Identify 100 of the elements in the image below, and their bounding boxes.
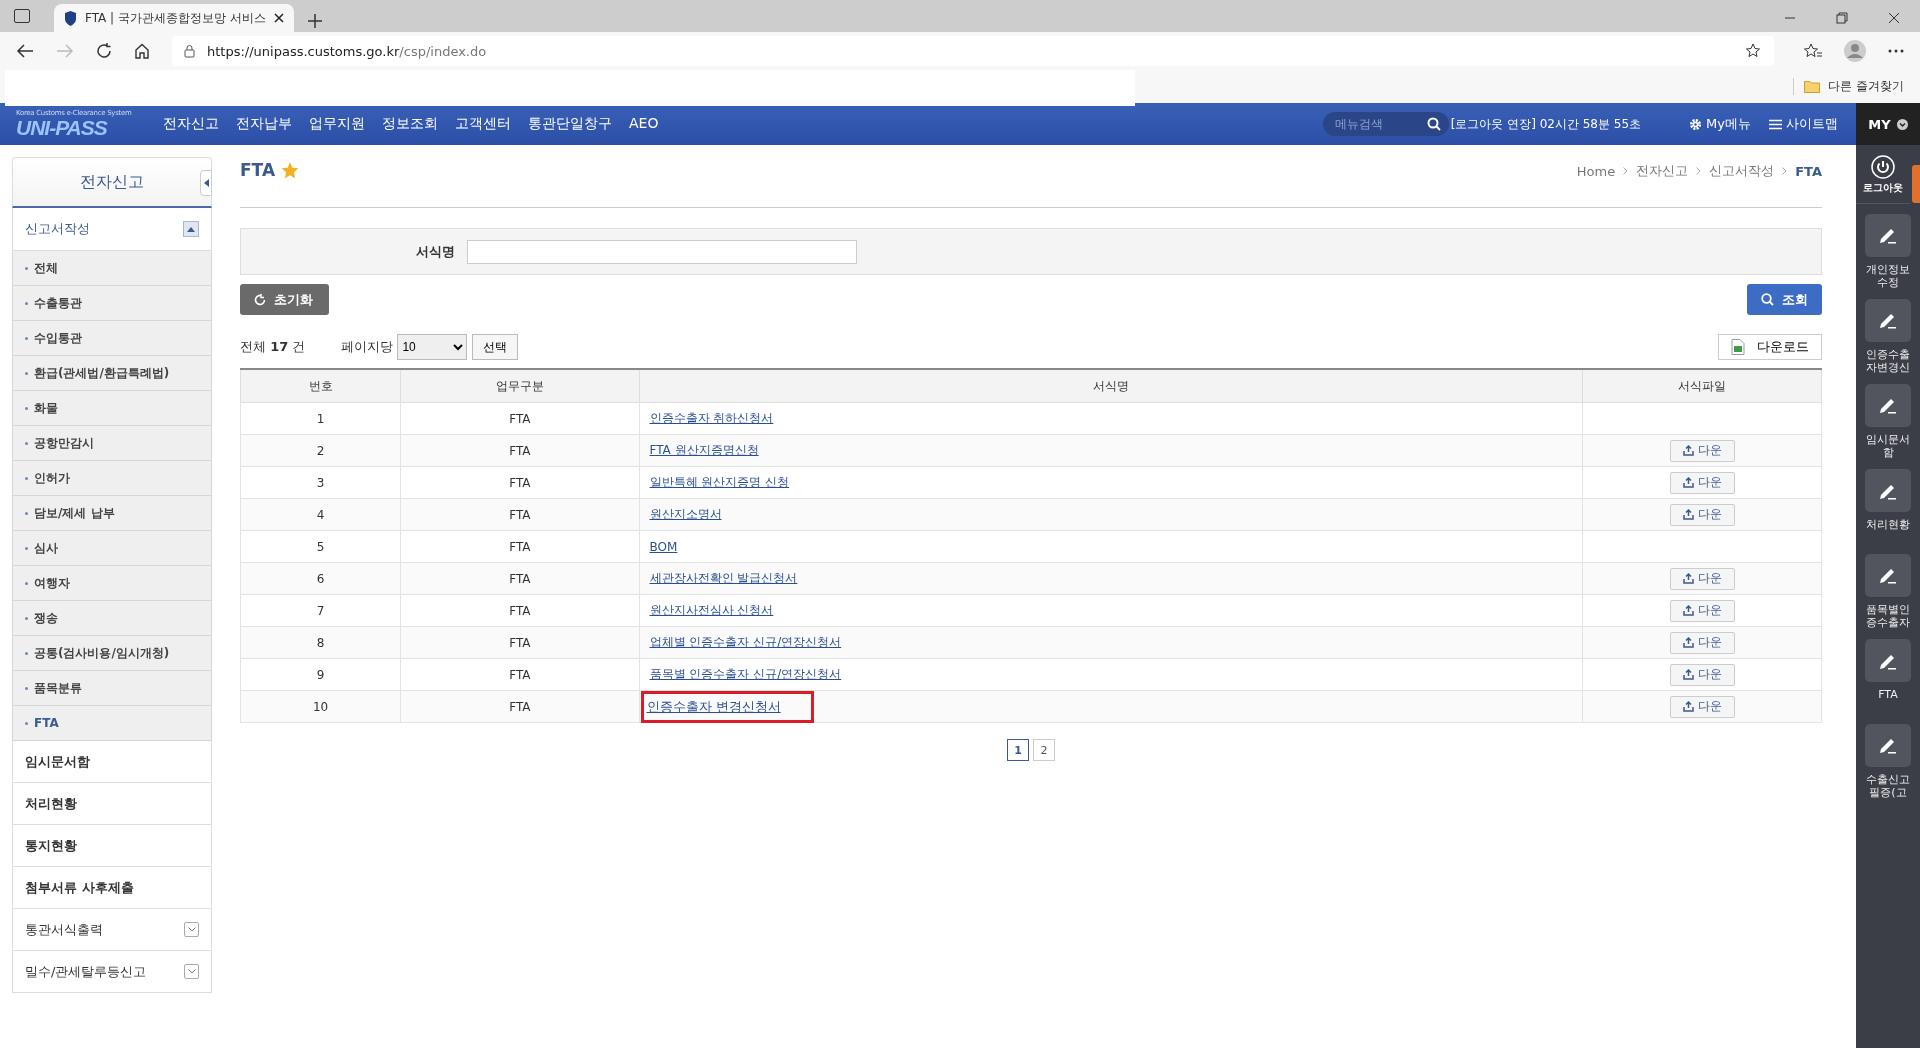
- favorites-icon[interactable]: [1804, 43, 1822, 59]
- sidebar-item[interactable]: 화물: [12, 391, 212, 426]
- download-button[interactable]: 다운: [1669, 503, 1735, 526]
- sidebar-item[interactable]: 공항만감시: [12, 426, 212, 461]
- upload-icon: [1682, 509, 1694, 520]
- download-button[interactable]: 다운: [1669, 695, 1735, 718]
- upload-icon: [1682, 573, 1694, 584]
- download-button[interactable]: 다운: [1669, 599, 1735, 622]
- close-icon[interactable]: [1888, 12, 1900, 24]
- sidebar-item[interactable]: FTA: [12, 706, 212, 741]
- download-button[interactable]: 다운로드: [1718, 334, 1822, 360]
- form-link[interactable]: 원산지사전심사 신청서: [646, 600, 777, 621]
- bookmark-folder[interactable]: 다른 즐겨찾기: [1793, 78, 1920, 95]
- sidebar-item[interactable]: 통지현황: [12, 825, 212, 867]
- breadcrumb-item[interactable]: 전자신고: [1636, 162, 1689, 180]
- sidebar-item[interactable]: 임시문서함: [12, 741, 212, 783]
- select-button[interactable]: 선택: [472, 334, 519, 360]
- my-menu-link[interactable]: My메뉴: [1689, 115, 1751, 133]
- folder-icon: [1804, 80, 1821, 93]
- close-icon[interactable]: [274, 13, 284, 23]
- profile-icon[interactable]: [1844, 40, 1866, 62]
- table-cell: FTA: [400, 466, 639, 499]
- back-icon[interactable]: [16, 44, 34, 58]
- form-link[interactable]: 인증수출자 변경신청서: [643, 693, 811, 720]
- new-tab-icon[interactable]: [308, 14, 322, 28]
- breadcrumb-item[interactable]: Home: [1576, 163, 1616, 179]
- sidebar-item[interactable]: 첨부서류 사후제출: [12, 867, 212, 909]
- sidebar-item[interactable]: 환급(관세법/환급특례법): [12, 356, 212, 391]
- my-button[interactable]: MY: [1856, 103, 1920, 145]
- download-button[interactable]: 다운: [1669, 439, 1735, 462]
- session-timer[interactable]: [로그아웃 연장] 02시간 58분 55초: [1450, 115, 1642, 133]
- sidebar-item[interactable]: 수입통관: [12, 321, 212, 356]
- reset-button[interactable]: 초기화: [240, 284, 329, 315]
- reload-icon[interactable]: [96, 43, 112, 59]
- menu-item[interactable]: 통관단일창구: [528, 115, 612, 133]
- chevron-down-icon[interactable]: [184, 964, 199, 979]
- address-bar[interactable]: https://unipass.customs.go.kr/csp/index.do: [172, 36, 1774, 66]
- download-button[interactable]: 다운: [1669, 471, 1735, 494]
- sidebar-item[interactable]: 통관서식출력: [12, 909, 212, 951]
- sidebar-item[interactable]: 여행자: [12, 566, 212, 601]
- table-cell: 4: [240, 498, 401, 531]
- restore-icon[interactable]: [1836, 12, 1848, 24]
- menu-item[interactable]: 전자신고: [163, 115, 219, 133]
- form-link[interactable]: 일반특혜 원산지증명 신청: [646, 472, 793, 493]
- menu-item[interactable]: 정보조회: [382, 115, 438, 133]
- form-name-field[interactable]: [467, 239, 857, 264]
- sidebar-item[interactable]: 심사: [12, 531, 212, 566]
- menu-item[interactable]: 전자납부: [236, 115, 292, 133]
- upload-icon: [1682, 637, 1694, 648]
- download-button[interactable]: 다운: [1669, 631, 1735, 654]
- sidebar-item[interactable]: 인허가: [12, 461, 212, 496]
- form-link[interactable]: 세관장사전확인 발급신청서: [646, 568, 801, 589]
- sidebar-item[interactable]: 밀수/관세탈루등신고: [12, 951, 212, 993]
- sidebar-item[interactable]: 품목분류: [12, 671, 212, 706]
- page-title: FTA: [240, 160, 276, 180]
- panel-toggle[interactable]: [1912, 165, 1920, 203]
- download-button[interactable]: 다운: [1669, 663, 1735, 686]
- table-cell: 10: [240, 690, 401, 723]
- home-icon[interactable]: [134, 43, 150, 59]
- form-link[interactable]: BOM: [646, 537, 681, 556]
- breadcrumb-item[interactable]: 신고서작성: [1709, 162, 1775, 180]
- menu-item[interactable]: 업무지원: [309, 115, 365, 133]
- menu-item[interactable]: AEO: [629, 115, 659, 133]
- star-icon[interactable]: [281, 161, 300, 179]
- total-count: 전체 17 건: [240, 338, 306, 356]
- page-button[interactable]: 1: [1007, 739, 1029, 761]
- chevron-down-icon[interactable]: [184, 922, 199, 937]
- page-button[interactable]: 2: [1033, 739, 1055, 761]
- sidebar-item[interactable]: 전체: [12, 251, 212, 286]
- menu-item[interactable]: 고객센터: [455, 115, 511, 133]
- table-cell: FTA: [400, 530, 639, 563]
- field-label: 서식명: [416, 242, 455, 261]
- logout-button[interactable]: 로그아웃: [1856, 145, 1910, 204]
- download-button[interactable]: 다운: [1669, 567, 1735, 590]
- sidebar-title: 전자신고: [12, 157, 212, 208]
- sidebar-item[interactable]: 담보/제세 납부: [12, 496, 212, 531]
- collapse-icon[interactable]: [200, 170, 212, 196]
- sidebar-item[interactable]: 쟁송: [12, 601, 212, 636]
- per-page-select[interactable]: 10: [397, 334, 468, 360]
- form-link[interactable]: 인증수출자 취하신청서: [646, 408, 777, 429]
- search-button[interactable]: 조회: [1747, 284, 1822, 315]
- add-favorite-icon[interactable]: [1746, 43, 1762, 59]
- browser-tab[interactable]: FTA | 국가관세종합정보망 서비스: [54, 4, 294, 32]
- form-link[interactable]: 품목별 인증수출자 신규/연장신청서: [646, 664, 845, 685]
- sidebar-item[interactable]: 수출통관: [12, 286, 212, 321]
- menu-search-field[interactable]: 메뉴검색: [1322, 112, 1449, 136]
- sidebar-item[interactable]: 공통(검사비용/임시개청): [12, 636, 212, 671]
- chevron-right-icon: [1623, 167, 1629, 175]
- sitemap-link[interactable]: 사이트맵: [1769, 115, 1838, 133]
- tab-actions-icon[interactable]: [14, 9, 30, 23]
- form-link[interactable]: FTA 원산지증명신청: [646, 440, 762, 461]
- collapse-icon[interactable]: [183, 221, 199, 237]
- table-cell: 8: [240, 626, 401, 659]
- chevron-down-icon: [1896, 118, 1908, 130]
- form-link[interactable]: 업체별 인증수출자 신규/연장신청서: [646, 632, 845, 653]
- sidebar-item[interactable]: 처리현황: [12, 783, 212, 825]
- more-icon[interactable]: [1888, 49, 1904, 53]
- search-icon: [1761, 293, 1774, 306]
- table-cell: FTA: [400, 594, 639, 627]
- form-link[interactable]: 원산지소명서: [646, 504, 725, 525]
